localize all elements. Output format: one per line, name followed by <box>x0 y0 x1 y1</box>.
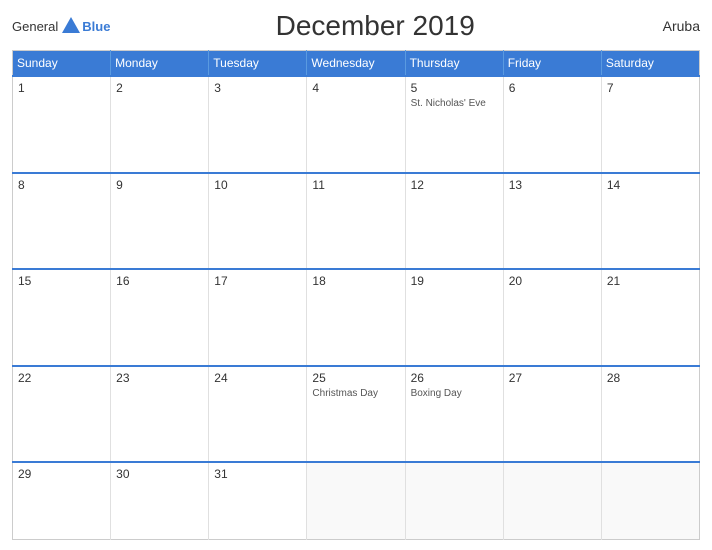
calendar-title: December 2019 <box>110 10 640 42</box>
logo-general-text: General <box>12 19 58 34</box>
day-number: 29 <box>18 467 105 481</box>
col-friday: Friday <box>503 51 601 77</box>
day-cell: 2 <box>111 76 209 173</box>
day-cell <box>503 462 601 539</box>
day-number: 21 <box>607 274 694 288</box>
day-cell: 3 <box>209 76 307 173</box>
calendar-header: Sunday Monday Tuesday Wednesday Thursday… <box>13 51 700 77</box>
calendar-page: General Blue December 2019 Aruba Sunday … <box>0 0 712 550</box>
day-cell: 31 <box>209 462 307 539</box>
day-cell <box>405 462 503 539</box>
week-row-2: 89 10 11 12 13 14 <box>13 173 700 270</box>
day-cell: 15 <box>13 269 111 366</box>
col-sunday: Sunday <box>13 51 111 77</box>
day-number: 22 <box>18 371 105 385</box>
day-number: 4 <box>312 81 399 95</box>
day-cell: 1 <box>13 76 111 173</box>
day-cell: 12 <box>405 173 503 270</box>
col-wednesday: Wednesday <box>307 51 405 77</box>
day-number: 13 <box>509 178 596 192</box>
day-cell: 4 <box>307 76 405 173</box>
day-cell: 26 Boxing Day <box>405 366 503 463</box>
day-cell: 24 <box>209 366 307 463</box>
day-cell: 20 <box>503 269 601 366</box>
day-cell: 14 <box>601 173 699 270</box>
day-cell: 7 <box>601 76 699 173</box>
day-cell: 18 <box>307 269 405 366</box>
day-cell: 28 <box>601 366 699 463</box>
day-number: 12 <box>411 178 498 192</box>
day-number: 11 <box>312 178 399 192</box>
col-monday: Monday <box>111 51 209 77</box>
day-number: 30 <box>116 467 203 481</box>
col-saturday: Saturday <box>601 51 699 77</box>
col-thursday: Thursday <box>405 51 503 77</box>
day-number: 8 <box>18 178 105 192</box>
weekday-row: Sunday Monday Tuesday Wednesday Thursday… <box>13 51 700 77</box>
day-number: 23 <box>116 371 203 385</box>
day-number: 14 <box>607 178 694 192</box>
holiday-label: Christmas Day <box>312 387 399 400</box>
day-cell: 9 <box>111 173 209 270</box>
day-number: 2 <box>116 81 203 95</box>
day-cell: 29 <box>13 462 111 539</box>
day-number: 26 <box>411 371 498 385</box>
week-row-3: 15 16 17 18 19 20 21 <box>13 269 700 366</box>
day-number: 5 <box>411 81 498 95</box>
day-number: 3 <box>214 81 301 95</box>
day-cell: 10 <box>209 173 307 270</box>
day-cell: 8 <box>13 173 111 270</box>
day-cell: 13 <box>503 173 601 270</box>
day-cell <box>307 462 405 539</box>
day-cell: 21 <box>601 269 699 366</box>
day-number: 6 <box>509 81 596 95</box>
day-number: 10 <box>214 178 301 192</box>
day-number: 9 <box>116 178 203 192</box>
day-number: 15 <box>18 274 105 288</box>
day-cell: 27 <box>503 366 601 463</box>
day-cell: 19 <box>405 269 503 366</box>
country-label: Aruba <box>640 18 700 34</box>
day-cell: 22 <box>13 366 111 463</box>
calendar-table: Sunday Monday Tuesday Wednesday Thursday… <box>12 50 700 540</box>
day-number: 20 <box>509 274 596 288</box>
day-number: 25 <box>312 371 399 385</box>
day-number: 16 <box>116 274 203 288</box>
week-row-1: 12345 St. Nicholas' Eve 67 <box>13 76 700 173</box>
day-number: 28 <box>607 371 694 385</box>
day-cell: 6 <box>503 76 601 173</box>
logo-icon <box>60 15 82 37</box>
week-row-4: 22 23 24 25 Christmas Day 26 Boxing Day 27 28 <box>13 366 700 463</box>
calendar-body: 12345St. Nicholas' Eve678910111213141516… <box>13 76 700 540</box>
holiday-label: Boxing Day <box>411 387 498 400</box>
day-cell: 23 <box>111 366 209 463</box>
day-cell: 30 <box>111 462 209 539</box>
day-number: 24 <box>214 371 301 385</box>
day-cell: 16 <box>111 269 209 366</box>
week-row-5: 29 30 31 <box>13 462 700 539</box>
header: General Blue December 2019 Aruba <box>12 10 700 42</box>
day-cell <box>601 462 699 539</box>
day-cell: 11 <box>307 173 405 270</box>
day-number: 31 <box>214 467 301 481</box>
day-number: 27 <box>509 371 596 385</box>
day-number: 7 <box>607 81 694 95</box>
day-number: 1 <box>18 81 105 95</box>
logo-blue-text: Blue <box>82 19 110 34</box>
day-cell: 25 Christmas Day <box>307 366 405 463</box>
logo: General Blue <box>12 15 110 37</box>
day-number: 17 <box>214 274 301 288</box>
day-number: 18 <box>312 274 399 288</box>
holiday-label: St. Nicholas' Eve <box>411 97 498 110</box>
col-tuesday: Tuesday <box>209 51 307 77</box>
day-number: 19 <box>411 274 498 288</box>
day-cell: 5 St. Nicholas' Eve <box>405 76 503 173</box>
day-cell: 17 <box>209 269 307 366</box>
